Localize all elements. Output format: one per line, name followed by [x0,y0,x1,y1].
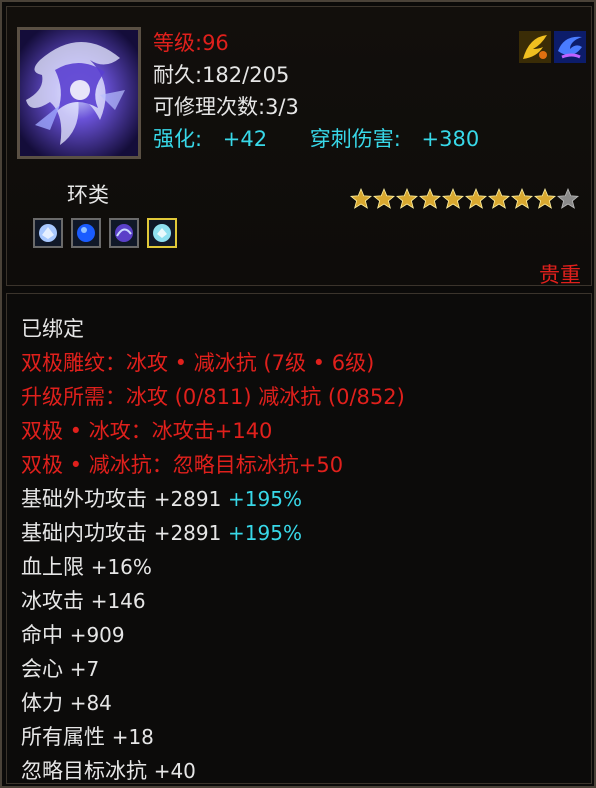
stat-row: 命中 +909 [21,618,125,652]
item-header: 等级:96 耐久:182/205 可修理次数:3/3 强化: +42 穿刺伤害:… [6,6,592,287]
bound-status: 已绑定 [21,317,84,341]
item-details: 已绑定 双极雕纹：冰攻 • 减冰抗 (7级 • 6级) 升级所需：冰攻 (0/8… [6,293,592,784]
stat-value: +7 [69,657,100,681]
stat-label: 会心 [21,657,63,681]
stat-value: +16% [90,555,152,579]
gem-slot[interactable] [33,218,63,248]
item-enhance-row: 强化: +42 穿刺伤害: +380 [153,125,479,153]
stat-label: 冰攻击 [21,589,84,613]
item-type: 环类 [67,183,109,207]
red-line: 双极雕纹：冰攻 • 减冰抗 (7级 • 6级) [21,351,375,375]
star-filled-icon [373,188,395,209]
star-filled-icon [396,188,418,209]
item-tooltip: 等级:96 耐久:182/205 可修理次数:3/3 强化: +42 穿刺伤害:… [0,0,596,788]
purple-gem-icon [115,224,133,242]
stat-label: 忽略目标冰抗 [21,759,147,783]
stat-label: 基础内功攻击 [21,521,147,545]
ice-gem-icon [39,224,57,242]
stat-label: 体力 [21,691,63,715]
item-rarity: 贵重 [539,263,581,287]
stat-row: 忽略目标冰抗 +40 [21,754,196,788]
stat-row: 所有属性 +18 [21,720,154,754]
gem-slot[interactable] [71,218,101,248]
item-repair-count: 可修理次数:3/3 [153,95,299,119]
gem-slot-selected[interactable] [147,218,177,248]
star-filled-icon [465,188,487,209]
item-stars [350,188,579,210]
stat-value: +40 [153,759,196,783]
blue-gem-icon [77,224,95,242]
star-filled-icon [534,188,556,209]
star-filled-icon [442,188,464,209]
stat-row: 冰攻击 +146 [21,584,146,618]
item-durability: 耐久:182/205 [153,63,290,87]
enhance-value: +42 [222,127,268,151]
blue-swirl-icon[interactable] [554,31,586,63]
gold-feather-icon[interactable] [519,31,551,63]
stat-bonus: +195% [228,521,302,545]
item-top-icons [519,31,586,63]
stat-row: 体力 +84 [21,686,112,720]
stat-row: 基础内功攻击 +2891 +195% [21,516,302,550]
ring-weapon-icon [20,30,138,156]
pierce-value: +380 [421,127,480,151]
stat-value: +18 [111,725,154,749]
stat-label: 基础外功攻击 [21,487,147,511]
red-line: 升级所需：冰攻 (0/811) 减冰抗 (0/852) [21,385,405,409]
star-filled-icon [488,188,510,209]
stat-label: 血上限 [21,555,84,579]
stat-label: 命中 [21,623,63,647]
stat-row: 血上限 +16% [21,550,152,584]
stat-value: +84 [69,691,112,715]
item-portrait [17,27,141,159]
star-filled-icon [511,188,533,209]
enhance-label: 强化: [153,127,203,151]
red-line: 双极 • 减冰抗：忽略目标冰抗+50 [21,453,344,477]
star-filled-icon [350,188,372,209]
item-level: 等级:96 [153,31,229,55]
ice-gem-icon [153,224,171,242]
stat-value: +146 [90,589,146,613]
stat-label: 所有属性 [21,725,105,749]
gem-slot[interactable] [109,218,139,248]
stat-value: +2891 [153,487,222,511]
gem-slots [33,218,177,248]
stat-value: +909 [69,623,125,647]
red-line: 双极 • 冰攻：冰攻击+140 [21,419,273,443]
stat-row: 会心 +7 [21,652,99,686]
stat-row: 基础外功攻击 +2891 +195% [21,482,302,516]
pierce-label: 穿刺伤害: [309,127,401,151]
stat-bonus: +195% [228,487,302,511]
star-empty-icon [557,188,579,209]
stat-value: +2891 [153,521,222,545]
star-filled-icon [419,188,441,209]
